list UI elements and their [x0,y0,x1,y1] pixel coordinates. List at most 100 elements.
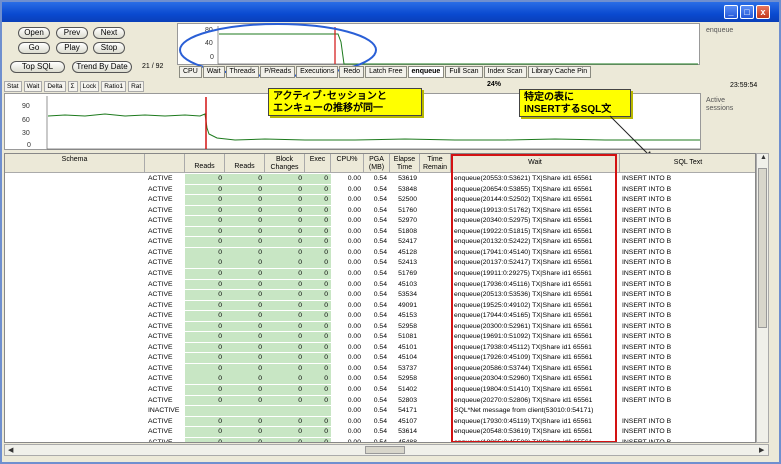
cell-pga: 0.54 [373,386,387,393]
tab-threads[interactable]: Threads [225,66,260,78]
cell-pga: 0.54 [373,364,387,372]
sum-button[interactable]: Σ [67,80,78,92]
table-row[interactable]: ACTIVE 0 0 0 0 0.00 0.54 52500 enqueue(20144:0:5… [5,195,755,205]
tab-latch-free[interactable]: Latch Free [365,66,407,78]
table-row[interactable]: ACTIVE 0 0 0 0 0.00 0.54 45107 enqueue(17930:0:4… [5,416,755,427]
play-button[interactable]: Play [56,42,88,54]
col-reads-2[interactable]: Reads [225,154,265,173]
cell-cpu: 0.00 [347,343,361,351]
table-row[interactable]: INACTIVE 0.00 0.54 54171 SQL*Net message fro… [5,406,755,416]
tab-enqueue[interactable]: enqueue [407,66,445,78]
table-row[interactable]: ACTIVE 0 0 0 0 0.00 0.54 53614 enqueue(20548:0:5… [5,427,755,437]
sessions-legend-line1: Active [706,97,726,104]
next-button[interactable]: Next [93,27,125,39]
table-row[interactable]: ACTIVE 0 0 0 0 0.00 0.54 53737 enqueue(20586:0:5… [5,363,755,374]
table-row[interactable]: ACTIVE 0 0 0 0 0.00 0.54 45101 enqueue(17938:0:4… [5,342,755,353]
cell-sql: INSERT INTO B [622,438,672,443]
cell-el: 45153 [398,312,417,320]
vertical-scrollbar[interactable]: ▲ [756,153,769,443]
lock-button[interactable]: Lock [79,80,100,92]
y-tick-0: 0 [27,142,31,149]
table-row[interactable]: ACTIVE 0 0 0 0 0.00 0.54 52958 enqueue(20300:0:5… [5,321,755,332]
table-row[interactable]: ACTIVE 0 0 0 0 0.00 0.54 51760 enqueue(19913:0:5… [5,205,755,216]
col-pga[interactable]: PGA (MB) [364,154,390,173]
cell-ex: 0 [305,226,331,237]
cell-el: 53619 [398,175,417,182]
close-button[interactable]: x [756,5,770,19]
cell-status: ACTIVE [148,175,173,182]
tab-cpu[interactable]: CPU [179,66,202,78]
cell-pga: 0.54 [373,291,387,299]
table-row[interactable]: ACTIVE 0 0 0 0 0.00 0.54 45104 enqueue(17926:0:4… [5,353,755,364]
open-button[interactable]: Open [18,27,50,39]
ratio1-button[interactable]: Ratio1 [101,80,127,92]
cell-sql [622,406,755,416]
table-row[interactable]: ACTIVE 0 0 0 0 0.00 0.54 52958 enqueue(20304:0:5… [5,374,755,385]
maximize-button[interactable]: □ [740,5,754,19]
prev-button[interactable]: Prev [56,27,88,39]
cell-sql: INSERT INTO B [622,238,672,246]
cell-cpu: 0.00 [347,364,361,372]
cell-pga: 0.54 [373,269,387,277]
col-exec[interactable]: Exec [305,154,331,173]
col-reads-1[interactable]: Reads [185,154,225,173]
table-row[interactable]: ACTIVE 0 0 0 0 0.00 0.54 45103 enqueue(17936:0:4… [5,279,755,290]
tab-index-scan[interactable]: Index Scan [483,66,527,78]
trend-by-date-button[interactable]: Trend By Date [72,61,132,73]
cell-r1: 0 [185,237,225,247]
table-row[interactable]: ACTIVE 0 0 0 0 0.00 0.54 52417 enqueue(20132:0:5… [5,237,755,247]
scroll-thumb[interactable] [758,168,767,328]
table-row[interactable]: ACTIVE 0 0 0 0 0.00 0.54 52803 enqueue(20270:0:5… [5,395,755,406]
col-schema[interactable]: Schema [5,154,145,173]
top-sql-button[interactable]: Top SQL [10,61,65,73]
cell-r1: 0 [185,300,225,311]
tab-wait[interactable]: Wait [202,66,225,78]
col-elapse-time[interactable]: Elapse Time [390,154,420,173]
col-cpu[interactable]: CPU% [331,154,364,173]
cell-r2: 0 [225,342,265,353]
cell-bc: 0 [265,205,305,216]
stat-button[interactable]: Stat [4,80,22,92]
cell-sql: INSERT INTO B [622,185,672,193]
scroll-up-icon[interactable]: ▲ [760,154,767,161]
table-row[interactable]: ACTIVE 0 0 0 0 0.00 0.54 52970 enqueue(20340:0:5… [5,216,755,226]
table-row[interactable]: ACTIVE 0 0 0 0 0.00 0.54 49091 enqueue(19525:0:4… [5,300,755,311]
scroll-left-icon[interactable]: ◀ [8,446,13,454]
go-button[interactable]: Go [18,42,50,54]
tab-library-cache-pin[interactable]: Library Cache Pin [527,66,592,78]
table-row[interactable]: ACTIVE 0 0 0 0 0.00 0.54 45153 enqueue(17944:0:4… [5,311,755,321]
table-row[interactable]: ACTIVE 0 0 0 0 0.00 0.54 45488 enqueue(18065:0:4… [5,437,755,443]
horizontal-scrollbar[interactable]: ◀ ▶ [4,444,769,456]
tab-full-scan[interactable]: Full Scan [445,66,483,78]
col-sql-text[interactable]: SQL Text [620,154,755,173]
scroll-right-icon[interactable]: ▶ [759,446,764,454]
table-row[interactable]: ACTIVE 0 0 0 0 0.00 0.54 51769 enqueue(19911:0:2… [5,268,755,279]
table-row[interactable]: ACTIVE 0 0 0 0 0.00 0.54 51808 enqueue(19922:0:5… [5,226,755,237]
col-time-remain[interactable]: Time Remain [420,154,451,173]
cell-r1: 0 [185,385,225,395]
table-row[interactable]: ACTIVE 0 0 0 0 0.00 0.54 53534 enqueue(20513:0:5… [5,290,755,300]
y-tick-30: 30 [22,130,30,137]
table-row[interactable]: ACTIVE 0 0 0 0 0.00 0.54 51402 enqueue(19804:0:5… [5,385,755,395]
delta-button[interactable]: Delta [44,80,66,92]
ratio2-button[interactable]: Rat [128,80,145,92]
cell-sql: INSERT INTO B [622,206,672,214]
tab-redo[interactable]: Redo [339,66,365,78]
minimize-button[interactable]: _ [724,5,738,19]
wait-button[interactable]: Wait [23,80,43,92]
table-row[interactable]: ACTIVE 0 0 0 0 0.00 0.54 52413 enqueue(20137:0:5… [5,258,755,269]
col-block-changes[interactable]: Block Changes [265,154,305,173]
table-row[interactable]: ACTIVE 0 0 0 0 0.00 0.54 53848 enqueue(20654:0:5… [5,184,755,195]
hscroll-thumb[interactable] [365,446,405,454]
cell-el: 54171 [398,407,417,415]
stop-button[interactable]: Stop [93,42,125,54]
table-row[interactable]: ACTIVE 0 0 0 0 0.00 0.54 51081 enqueue(19691:0:5… [5,332,755,342]
cell-pga: 0.54 [373,333,387,341]
col-status[interactable] [145,154,185,173]
tab-executions[interactable]: Executions [296,66,339,78]
cell-r2: 0 [225,427,265,437]
table-row[interactable]: ACTIVE 0 0 0 0 0.00 0.54 53619 enqueue(20553:0:5… [5,174,755,184]
tab-preads[interactable]: P/Reads [260,66,296,78]
cell-el: 45101 [398,343,417,351]
table-row[interactable]: ACTIVE 0 0 0 0 0.00 0.54 45128 enqueue(17941:0:4… [5,247,755,258]
